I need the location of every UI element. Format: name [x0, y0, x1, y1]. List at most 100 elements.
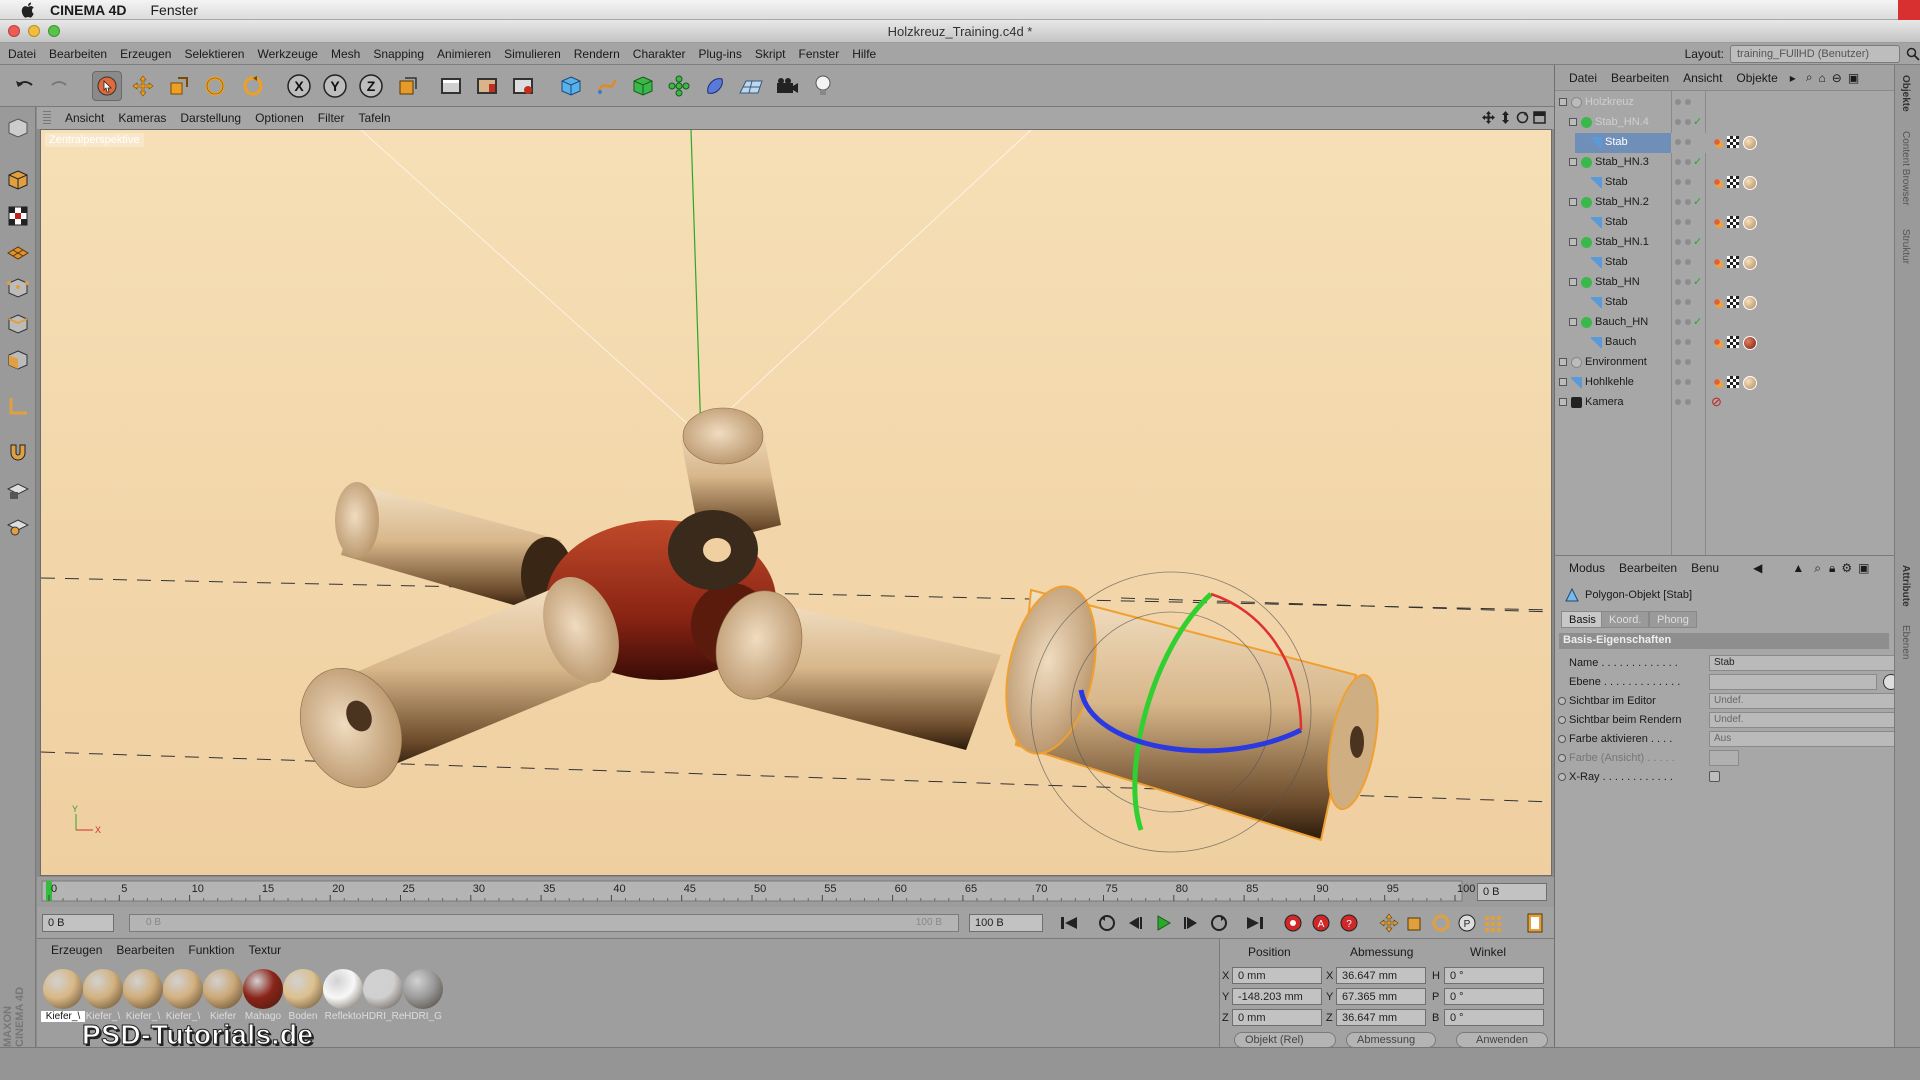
- menu-plugins[interactable]: Plug-ins: [698, 47, 741, 61]
- texture-tag-icon[interactable]: [1743, 256, 1757, 270]
- object-menu-bearbeiten[interactable]: Bearbeiten: [1611, 71, 1669, 85]
- lock-workplane-icon[interactable]: [3, 475, 33, 505]
- phong-tag-icon[interactable]: [1711, 376, 1723, 388]
- menu-animieren[interactable]: Animieren: [437, 47, 491, 61]
- 3d-viewport[interactable]: Y X Zentralperspektive: [40, 129, 1552, 876]
- side-tab-ebenen[interactable]: Ebenen: [1900, 625, 1911, 659]
- uvw-tag-icon[interactable]: [1727, 136, 1739, 148]
- menu-datei[interactable]: Datei: [8, 47, 36, 61]
- live-selection-icon[interactable]: [92, 71, 122, 101]
- mac-menu-fenster[interactable]: Fenster: [151, 2, 198, 18]
- texture-mode-icon[interactable]: [3, 201, 33, 231]
- render-visibility-dot[interactable]: [1685, 159, 1691, 165]
- object-search-icon[interactable]: ⌕: [1806, 70, 1813, 85]
- object-row[interactable]: Bauch: [1555, 333, 1895, 353]
- render-visibility-dot[interactable]: [1685, 99, 1691, 105]
- xray-checkbox[interactable]: [1709, 771, 1720, 782]
- object-row[interactable]: Stab: [1555, 133, 1895, 153]
- new-window-icon[interactable]: ▣: [1848, 71, 1859, 85]
- keyframe-selection-icon[interactable]: ?: [1337, 912, 1361, 934]
- material-swatch[interactable]: Kiefer: [201, 967, 245, 1027]
- start-frame-field[interactable]: 0 B: [42, 914, 114, 932]
- coordinate-system-icon[interactable]: [393, 71, 423, 101]
- material-menu-bearbeiten[interactable]: Bearbeiten: [116, 943, 174, 957]
- key-pla-icon[interactable]: [1481, 912, 1505, 934]
- object-row[interactable]: Stab: [1555, 173, 1895, 193]
- up-arrow-icon[interactable]: ▲: [1792, 561, 1804, 575]
- phong-tag-icon[interactable]: [1711, 336, 1723, 348]
- editor-visibility-dot[interactable]: [1675, 379, 1681, 385]
- render-visibility-dot[interactable]: [1685, 339, 1691, 345]
- editor-visibility-dot[interactable]: [1675, 359, 1681, 365]
- object-row[interactable]: Stab_HN.2 ✓: [1555, 193, 1895, 213]
- rotate-icon[interactable]: [200, 71, 230, 101]
- enabled-check-icon[interactable]: ✓: [1693, 155, 1702, 168]
- size-mode-select[interactable]: Abmessung: [1346, 1032, 1436, 1048]
- z-axis-lock-button[interactable]: Z: [356, 71, 386, 101]
- expand-toggle-icon[interactable]: [1559, 378, 1567, 386]
- animation-radio-icon[interactable]: [1558, 716, 1566, 724]
- menu-charakter[interactable]: Charakter: [633, 47, 686, 61]
- tab-phong[interactable]: Phong: [1649, 611, 1697, 628]
- app-name[interactable]: CINEMA 4D: [50, 2, 127, 18]
- floor-icon[interactable]: [736, 71, 766, 101]
- render-visibility-dot[interactable]: [1685, 299, 1691, 305]
- deformer-icon[interactable]: [700, 71, 730, 101]
- next-frame-icon[interactable]: [1179, 912, 1203, 934]
- viewport-menu-darstellung[interactable]: Darstellung: [180, 111, 241, 125]
- side-tab-struktur[interactable]: Struktur: [1900, 229, 1911, 264]
- panel-grip-icon[interactable]: [43, 111, 51, 125]
- cube-primitive-icon[interactable]: [556, 71, 586, 101]
- x-axis-lock-button[interactable]: X: [284, 71, 314, 101]
- size-field[interactable]: 67.365 mm: [1336, 988, 1426, 1005]
- material-swatch[interactable]: HDRI_G: [401, 967, 445, 1027]
- enabled-check-icon[interactable]: ✓: [1693, 115, 1702, 128]
- material-swatch[interactable]: Reflekto: [321, 967, 365, 1027]
- material-swatch[interactable]: Kiefer_\: [121, 967, 165, 1027]
- texture-tag-icon[interactable]: [1743, 176, 1757, 190]
- texture-tag-icon[interactable]: [1743, 296, 1757, 310]
- expand-toggle-icon[interactable]: [1569, 118, 1577, 126]
- uvw-tag-icon[interactable]: [1727, 256, 1739, 268]
- side-tab-content-browser[interactable]: Content Browser: [1900, 131, 1911, 205]
- render-settings-icon[interactable]: [508, 71, 538, 101]
- attribute-select[interactable]: Undef.: [1709, 712, 1899, 728]
- menu-bearbeiten[interactable]: Bearbeiten: [49, 47, 107, 61]
- editor-visibility-dot[interactable]: [1675, 159, 1681, 165]
- menu-fenster[interactable]: Fenster: [799, 47, 840, 61]
- editor-visibility-dot[interactable]: [1675, 319, 1681, 325]
- rotation-field[interactable]: 0 °: [1444, 1009, 1544, 1026]
- layout-select[interactable]: training_FUllHD (Benutzer): [1730, 45, 1900, 63]
- apple-icon[interactable]: [20, 2, 38, 18]
- object-row[interactable]: Stab_HN.3 ✓: [1555, 153, 1895, 173]
- zoom-view-icon[interactable]: [1499, 111, 1512, 124]
- edges-mode-icon[interactable]: [3, 309, 33, 339]
- editor-visibility-dot[interactable]: [1675, 339, 1681, 345]
- autokey-icon[interactable]: A: [1309, 912, 1333, 934]
- editor-visibility-dot[interactable]: [1675, 99, 1681, 105]
- phong-tag-icon[interactable]: [1711, 176, 1723, 188]
- object-row[interactable]: Environment: [1555, 353, 1895, 373]
- menu-rendern[interactable]: Rendern: [574, 47, 620, 61]
- size-field[interactable]: 36.647 mm: [1336, 1009, 1426, 1026]
- editor-visibility-dot[interactable]: [1675, 119, 1681, 125]
- phong-tag-icon[interactable]: [1711, 136, 1723, 148]
- prev-frame-icon[interactable]: [1123, 912, 1147, 934]
- animation-radio-icon[interactable]: [1558, 754, 1566, 762]
- workplane-mode-icon[interactable]: [3, 237, 33, 267]
- enabled-check-icon[interactable]: ✓: [1693, 315, 1702, 328]
- viewport-menu-filter[interactable]: Filter: [318, 111, 345, 125]
- material-menu-textur[interactable]: Textur: [248, 943, 281, 957]
- lock-icon[interactable]: 🔒︎: [1829, 561, 1835, 576]
- spline-pen-icon[interactable]: [592, 71, 622, 101]
- new-attr-window-icon[interactable]: ▣: [1858, 561, 1869, 575]
- phong-tag-icon[interactable]: [1711, 296, 1723, 308]
- material-swatch[interactable]: Kiefer_\: [81, 967, 125, 1027]
- back-arrow-icon[interactable]: ◀: [1753, 561, 1762, 575]
- object-row[interactable]: Bauch_HN ✓: [1555, 313, 1895, 333]
- material-menu-funktion[interactable]: Funktion: [188, 943, 234, 957]
- planar-workplane-icon[interactable]: [3, 511, 33, 541]
- go-to-end-icon[interactable]: [1243, 912, 1267, 934]
- render-visibility-dot[interactable]: [1685, 279, 1691, 285]
- attribute-select[interactable]: Aus: [1709, 731, 1899, 747]
